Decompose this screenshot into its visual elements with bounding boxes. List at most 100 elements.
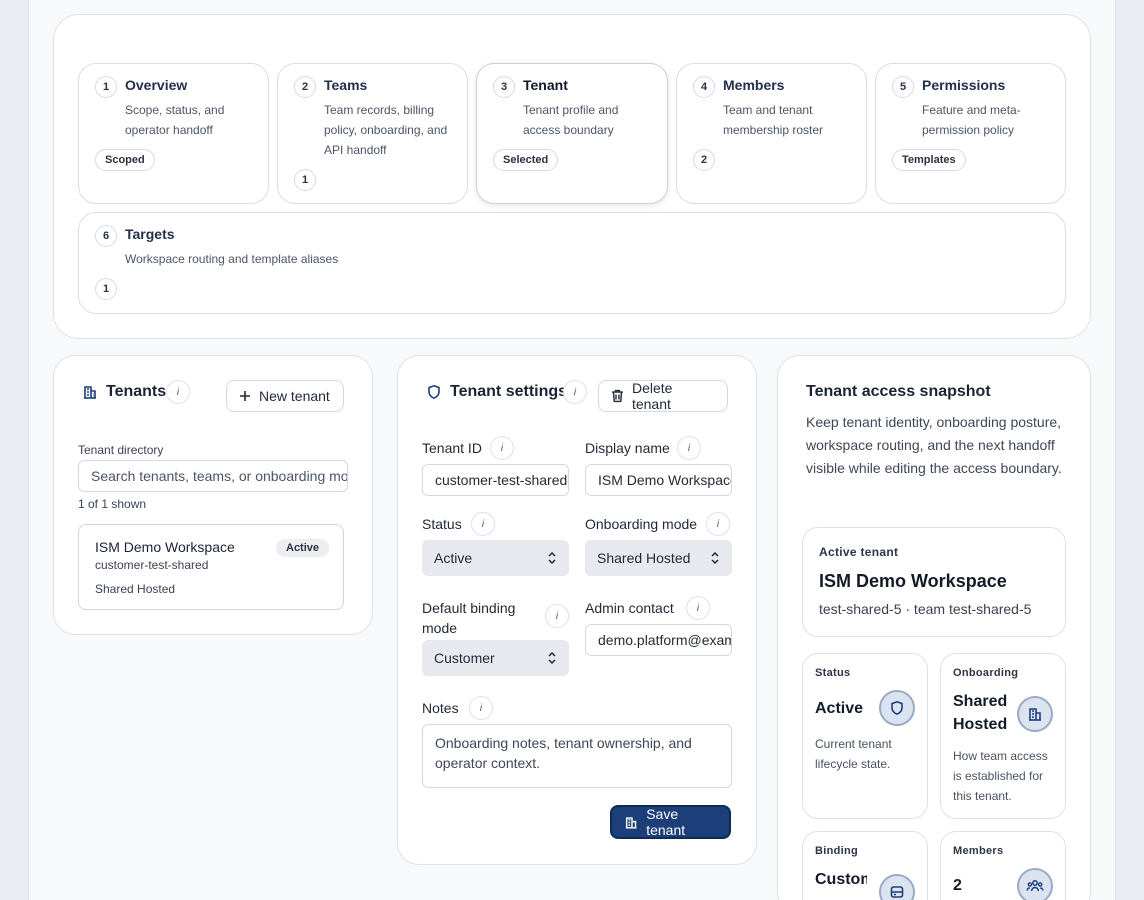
- step-number: 3: [493, 76, 515, 98]
- shield-icon: [879, 690, 915, 726]
- display-name-label: Display name: [585, 440, 670, 456]
- step-tenant[interactable]: 3 Tenant Tenant profile and access bound…: [476, 63, 668, 204]
- plus-icon: [240, 391, 250, 401]
- building-icon: [84, 386, 96, 399]
- step-badge: 2: [693, 149, 715, 171]
- active-tenant-name: ISM Demo Workspace: [819, 571, 1007, 591]
- step-description: Team and tenant membership roster: [723, 103, 824, 137]
- building-icon: [1017, 696, 1053, 732]
- active-tenant-card: Active tenant ISM Demo Workspace test-sh…: [802, 527, 1066, 637]
- tenant-name: ISM Demo Workspace: [95, 539, 235, 555]
- step-title: Targets: [125, 226, 175, 242]
- notes-textarea[interactable]: Onboarding notes, tenant ownership, and …: [422, 724, 732, 788]
- step-badge: Templates: [892, 149, 966, 171]
- step-badge: Selected: [493, 149, 559, 171]
- building-icon: [625, 816, 637, 829]
- step-teams[interactable]: 2 Teams Team records, billing policy, on…: [277, 63, 468, 204]
- save-tenant-button[interactable]: Save tenant: [610, 805, 731, 839]
- metric-description: How team access is established for this …: [953, 749, 1048, 803]
- onboarding-info-icon[interactable]: i: [706, 512, 730, 536]
- status-select[interactable]: Active: [422, 540, 569, 576]
- snapshot-description: Keep tenant identity, onboarding posture…: [806, 414, 1062, 476]
- tenant-id-label: Tenant ID: [422, 440, 482, 456]
- new-tenant-label: New tenant: [259, 388, 330, 404]
- status-info-icon[interactable]: i: [471, 512, 495, 536]
- chevron-updown-icon: [548, 651, 556, 665]
- settings-title-group: Tenant settings: [426, 383, 567, 401]
- settings-info-icon[interactable]: i: [563, 380, 587, 404]
- metric-value: 2: [953, 877, 962, 894]
- step-badge: 1: [294, 169, 316, 191]
- step-number: 5: [892, 76, 914, 98]
- metric-label: Binding: [815, 845, 859, 857]
- metric-label: Status: [815, 667, 851, 679]
- chevron-updown-icon: [711, 551, 719, 565]
- step-title: Teams: [324, 77, 368, 93]
- tenant-list-item[interactable]: ISM Demo Workspace customer-test-shared …: [78, 524, 344, 610]
- step-permissions[interactable]: 5 Permissions Feature and meta-permissio…: [875, 63, 1066, 204]
- tenants-title-group: Tenants: [82, 383, 166, 401]
- metric-binding: Binding Customer: [802, 831, 928, 900]
- metric-label: Members: [953, 845, 1004, 857]
- settings-title: Tenant settings: [450, 383, 568, 400]
- tenant-search-input[interactable]: Search tenants, teams, or onboarding mod…: [78, 460, 348, 492]
- status-label: Status: [422, 516, 462, 532]
- binding-mode-select[interactable]: Customer: [422, 640, 569, 676]
- step-number: 4: [693, 76, 715, 98]
- snapshot-title: Tenant access snapshot: [806, 383, 991, 400]
- metric-value: Customer: [815, 871, 867, 888]
- tenant-id: customer-test-shared: [95, 558, 209, 572]
- metric-label: Onboarding: [953, 667, 1019, 679]
- binding-info-icon[interactable]: i: [545, 604, 569, 628]
- onboarding-mode-select[interactable]: Shared Hosted: [585, 540, 732, 576]
- storage-icon: [879, 874, 915, 900]
- chevron-updown-icon: [548, 551, 556, 565]
- tenant-mode: Shared Hosted: [95, 582, 176, 596]
- active-tenant-label: Active tenant: [819, 545, 899, 559]
- metric-members: Members 2: [940, 831, 1066, 900]
- tenants-title: Tenants: [106, 383, 167, 400]
- tenant-directory-label: Tenant directory: [78, 443, 164, 457]
- step-number: 6: [95, 225, 117, 247]
- tenants-info-icon[interactable]: i: [166, 380, 190, 404]
- save-tenant-label: Save tenant: [646, 806, 686, 838]
- metric-status: Status Active Current tenant lifecycle s…: [802, 653, 928, 819]
- tenant-count: 1 of 1 shown: [78, 497, 147, 511]
- display-name-input[interactable]: ISM Demo Workspace: [585, 464, 732, 496]
- step-overview[interactable]: 1 Overview Scope, status, and operator h…: [78, 63, 269, 204]
- onboarding-mode-label: Onboarding mode: [585, 516, 698, 532]
- step-title: Members: [723, 77, 785, 93]
- new-tenant-button[interactable]: New tenant: [226, 380, 344, 412]
- step-description: Tenant profile and access boundary: [523, 103, 619, 137]
- step-badge: Scoped: [95, 149, 155, 171]
- binding-mode-label: Default binding mode: [422, 600, 516, 636]
- admin-contact-input[interactable]: demo.platform@example.com: [585, 624, 732, 656]
- notes-label: Notes: [422, 700, 459, 716]
- step-title: Overview: [125, 77, 188, 93]
- metric-value: Shared Hosted: [953, 693, 1008, 733]
- metric-description: Current tenant lifecycle state.: [815, 737, 892, 771]
- binding-select-value: Customer: [434, 650, 495, 666]
- tenant-id-info-icon[interactable]: i: [490, 436, 514, 460]
- step-targets[interactable]: 6 Targets Workspace routing and template…: [78, 212, 1066, 314]
- step-description: Scope, status, and operator handoff: [125, 103, 225, 137]
- delete-tenant-label: Delete tenant: [631, 380, 673, 412]
- step-description: Team records, billing policy, onboarding…: [324, 103, 448, 157]
- users-icon: [1017, 868, 1053, 900]
- admin-contact-label: Admin contact: [585, 600, 674, 616]
- delete-tenant-button[interactable]: Delete tenant: [598, 380, 728, 412]
- admin-info-icon[interactable]: i: [686, 596, 710, 620]
- active-tenant-meta: test-shared-5 · team test-shared-5: [819, 601, 1032, 617]
- onboarding-select-value: Shared Hosted: [597, 550, 691, 566]
- step-description: Workspace routing and template aliases: [125, 252, 339, 266]
- notes-info-icon[interactable]: i: [469, 696, 493, 720]
- step-description: Feature and meta-permission policy: [922, 103, 1021, 137]
- tenant-id-input[interactable]: customer-test-shared-5: [422, 464, 569, 496]
- metric-value: Active: [815, 700, 864, 717]
- step-title: Permissions: [922, 77, 1006, 93]
- metric-onboarding: Onboarding Shared Hosted How team access…: [940, 653, 1066, 819]
- step-members[interactable]: 4 Members Team and tenant membership ros…: [676, 63, 867, 204]
- display-name-info-icon[interactable]: i: [677, 436, 701, 460]
- step-number: 2: [294, 76, 316, 98]
- step-title: Tenant: [523, 77, 568, 93]
